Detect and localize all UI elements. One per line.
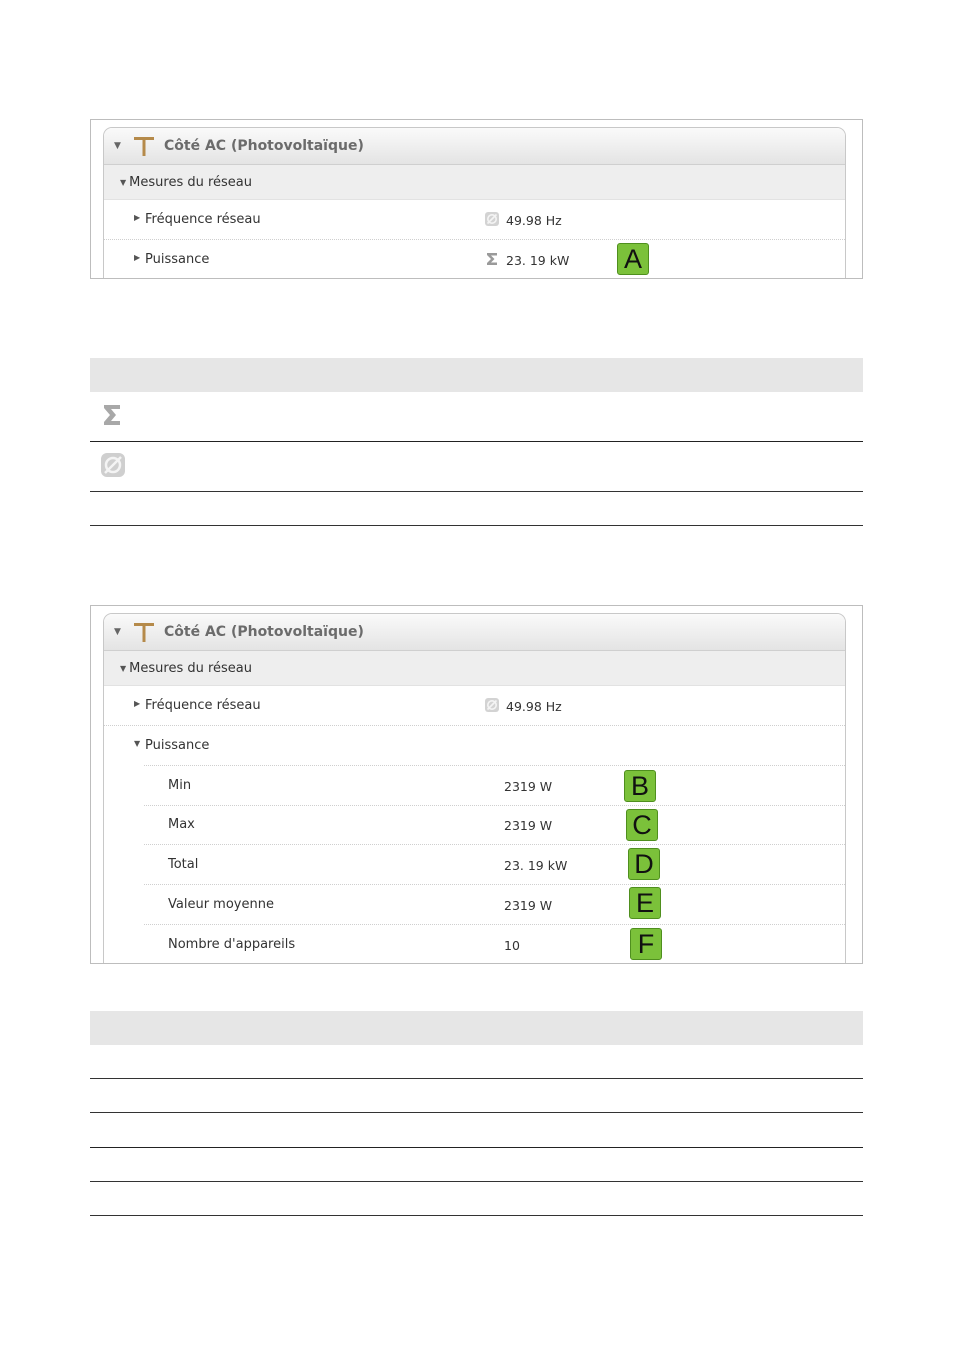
row-power[interactable]: ▶ Puissance 23. 19 kW A (104, 240, 845, 278)
sub-row-value: 10 (504, 938, 520, 953)
row-grid-frequency[interactable]: ▶ Fréquence réseau 49.98 Hz (104, 686, 845, 726)
sub-row-label: Valeur moyenne (168, 897, 274, 912)
row-value: 49.98 Hz (506, 213, 562, 228)
pv-ac-side-icon (134, 137, 154, 156)
panel-header[interactable]: ▼ Côté AC (Photovoltaïque) (104, 614, 845, 651)
table-row (90, 442, 863, 492)
group-label: Mesures du réseau (129, 660, 253, 676)
row-label: Puissance (145, 738, 210, 753)
average-icon (101, 453, 125, 477)
average-icon (485, 698, 499, 712)
triangle-down-icon[interactable]: ▼ (120, 664, 126, 673)
sub-row-value: 2319 W (504, 898, 553, 913)
sub-row-total: Total 23. 19 kW D (144, 845, 845, 885)
sum-icon (487, 253, 497, 265)
triangle-right-icon[interactable]: ▶ (134, 253, 140, 262)
callout-badge-e: E (629, 887, 661, 919)
chevron-down-icon[interactable]: ▼ (114, 141, 126, 151)
sub-row-value: 23. 19 kW (504, 858, 568, 873)
row-power-expanded[interactable]: ▼ Puissance (104, 726, 845, 765)
group-label: Mesures du réseau (129, 174, 253, 190)
table-row (90, 1113, 863, 1148)
ac-side-panel: ▼ Côté AC (Photovoltaïque) ▼ Mesures du … (103, 613, 846, 963)
sub-row-min: Min 2319 W B (144, 765, 845, 806)
table-row (90, 1182, 863, 1216)
sub-row-max: Max 2319 W C (144, 805, 845, 845)
group-grid-measurements[interactable]: ▼ Mesures du réseau (104, 651, 845, 686)
callout-badge-b: B (624, 770, 656, 802)
panel-header[interactable]: ▼ Côté AC (Photovoltaïque) (104, 128, 845, 165)
screenshot-ac-side-expanded: ▼ Côté AC (Photovoltaïque) ▼ Mesures du … (90, 605, 863, 964)
triangle-right-icon[interactable]: ▶ (134, 213, 140, 222)
panel-title: Côté AC (Photovoltaïque) (164, 624, 364, 640)
panel-title: Côté AC (Photovoltaïque) (164, 138, 364, 154)
table-row (90, 1079, 863, 1113)
table-row (90, 1148, 863, 1182)
callout-badge-f: F (630, 928, 662, 960)
sub-row-value: 2319 W (504, 779, 553, 794)
group-grid-measurements[interactable]: ▼ Mesures du réseau (104, 165, 845, 200)
table-header (90, 1011, 863, 1045)
sum-icon (104, 405, 120, 425)
sub-row-label: Min (168, 778, 192, 793)
sub-row-label: Total (168, 857, 199, 872)
table-row (90, 392, 863, 442)
callout-badge-a: A (617, 243, 649, 275)
triangle-right-icon[interactable]: ▶ (134, 699, 140, 708)
row-grid-frequency[interactable]: ▶ Fréquence réseau 49.98 Hz (104, 200, 845, 240)
ac-side-panel: ▼ Côté AC (Photovoltaïque) ▼ Mesures du … (103, 127, 846, 278)
triangle-down-icon[interactable]: ▼ (134, 739, 140, 748)
pv-ac-side-icon (134, 623, 154, 642)
row-value: 49.98 Hz (506, 699, 562, 714)
row-label: Fréquence réseau (145, 212, 261, 227)
chevron-down-icon[interactable]: ▼ (114, 627, 126, 637)
row-label: Puissance (145, 252, 210, 267)
sub-row-average: Valeur moyenne 2319 W E (144, 885, 845, 925)
table-row (90, 492, 863, 526)
callout-badge-c: C (626, 809, 658, 841)
sub-row-label: Max (168, 817, 195, 832)
table-row (90, 1045, 863, 1079)
sub-row-label: Nombre d'appareils (168, 937, 296, 952)
icon-legend-table (90, 358, 863, 526)
sub-row-device-count: Nombre d'appareils 10 F (144, 925, 845, 963)
sub-row-value: 2319 W (504, 818, 553, 833)
table-header (90, 358, 863, 392)
screenshot-ac-side-collapsed: ▼ Côté AC (Photovoltaïque) ▼ Mesures du … (90, 119, 863, 279)
average-icon (485, 212, 499, 226)
row-value: 23. 19 kW (506, 253, 570, 268)
row-label: Fréquence réseau (145, 698, 261, 713)
triangle-down-icon[interactable]: ▼ (120, 178, 126, 187)
callout-legend-table (90, 1011, 863, 1216)
callout-badge-d: D (628, 848, 660, 880)
